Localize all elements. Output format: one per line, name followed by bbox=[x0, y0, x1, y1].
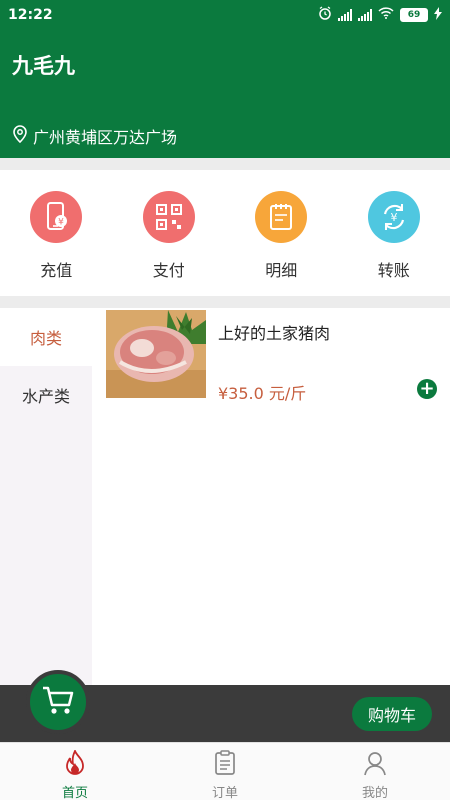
pay-button[interactable]: 支付 bbox=[113, 170, 226, 296]
pay-label: 支付 bbox=[152, 261, 185, 280]
svg-text:¥: ¥ bbox=[390, 211, 397, 224]
details-button[interactable]: 明细 bbox=[225, 170, 338, 296]
category-sidebar: 肉类 水产类 bbox=[0, 308, 92, 685]
product-name: 上好的土家猪肉 bbox=[218, 324, 331, 343]
product-list: 上好的土家猪肉 ¥35.0 元/斤 + bbox=[92, 308, 450, 685]
divider bbox=[0, 158, 450, 170]
location-text: 广州黄埔区万达广场 bbox=[33, 128, 178, 147]
store-title: 九毛九 bbox=[12, 54, 75, 78]
charging-icon bbox=[434, 6, 442, 24]
status-bar: 12:22 69 bbox=[0, 0, 450, 30]
details-label: 明细 bbox=[265, 261, 298, 280]
tab-orders[interactable]: 订单 bbox=[150, 743, 300, 800]
transfer-button[interactable]: ¥ 转账 bbox=[338, 170, 450, 296]
alarm-icon bbox=[318, 6, 332, 24]
add-circle-icon[interactable]: + bbox=[417, 379, 437, 399]
transfer-label: 转账 bbox=[377, 261, 410, 280]
clipboard-order-icon bbox=[213, 750, 237, 780]
wifi-icon bbox=[378, 7, 394, 23]
divider bbox=[0, 296, 450, 308]
status-icons: 69 bbox=[318, 6, 442, 24]
category-meat[interactable]: 肉类 bbox=[0, 308, 92, 366]
svg-text:¥: ¥ bbox=[58, 218, 64, 228]
tab-profile[interactable]: 我的 bbox=[300, 743, 450, 800]
bottom-nav: 首页 订单 我的 bbox=[0, 742, 450, 800]
location-pin-icon bbox=[12, 125, 28, 147]
cart-fab-button[interactable] bbox=[26, 670, 90, 734]
category-seafood[interactable]: 水产类 bbox=[0, 366, 92, 424]
tab-profile-label: 我的 bbox=[361, 786, 388, 800]
tab-home[interactable]: 首页 bbox=[0, 743, 150, 800]
signal-icon bbox=[338, 9, 352, 21]
status-time: 12:22 bbox=[8, 7, 53, 23]
recharge-phone-icon: ¥ bbox=[30, 191, 83, 243]
transfer-icon: ¥ bbox=[367, 191, 420, 243]
product-item[interactable]: 上好的土家猪肉 ¥35.0 元/斤 + bbox=[92, 308, 450, 404]
recharge-button[interactable]: ¥ 充值 bbox=[0, 170, 113, 296]
location-selector[interactable]: 广州黄埔区万达广场 bbox=[12, 124, 177, 148]
signal-icon bbox=[358, 9, 372, 21]
flame-home-icon bbox=[63, 748, 87, 780]
tab-home-label: 首页 bbox=[61, 786, 88, 800]
pork-meat-photo bbox=[106, 310, 206, 398]
notepad-details-icon bbox=[255, 191, 308, 243]
app-header: 12:22 69 九毛九 广州黄埔区万达广场 bbox=[0, 0, 450, 158]
tab-orders-label: 订单 bbox=[211, 786, 238, 800]
user-profile-icon bbox=[363, 750, 387, 780]
product-price: ¥35.0 元/斤 bbox=[218, 384, 307, 403]
shopping-cart-icon bbox=[41, 685, 75, 719]
qr-pay-icon bbox=[142, 191, 195, 243]
recharge-label: 充值 bbox=[40, 261, 73, 280]
battery-icon: 69 bbox=[400, 8, 428, 22]
cart-button[interactable]: 购物车 bbox=[352, 697, 432, 731]
quick-actions: ¥ 充值 支付 明细 ¥ 转账 bbox=[0, 170, 450, 296]
